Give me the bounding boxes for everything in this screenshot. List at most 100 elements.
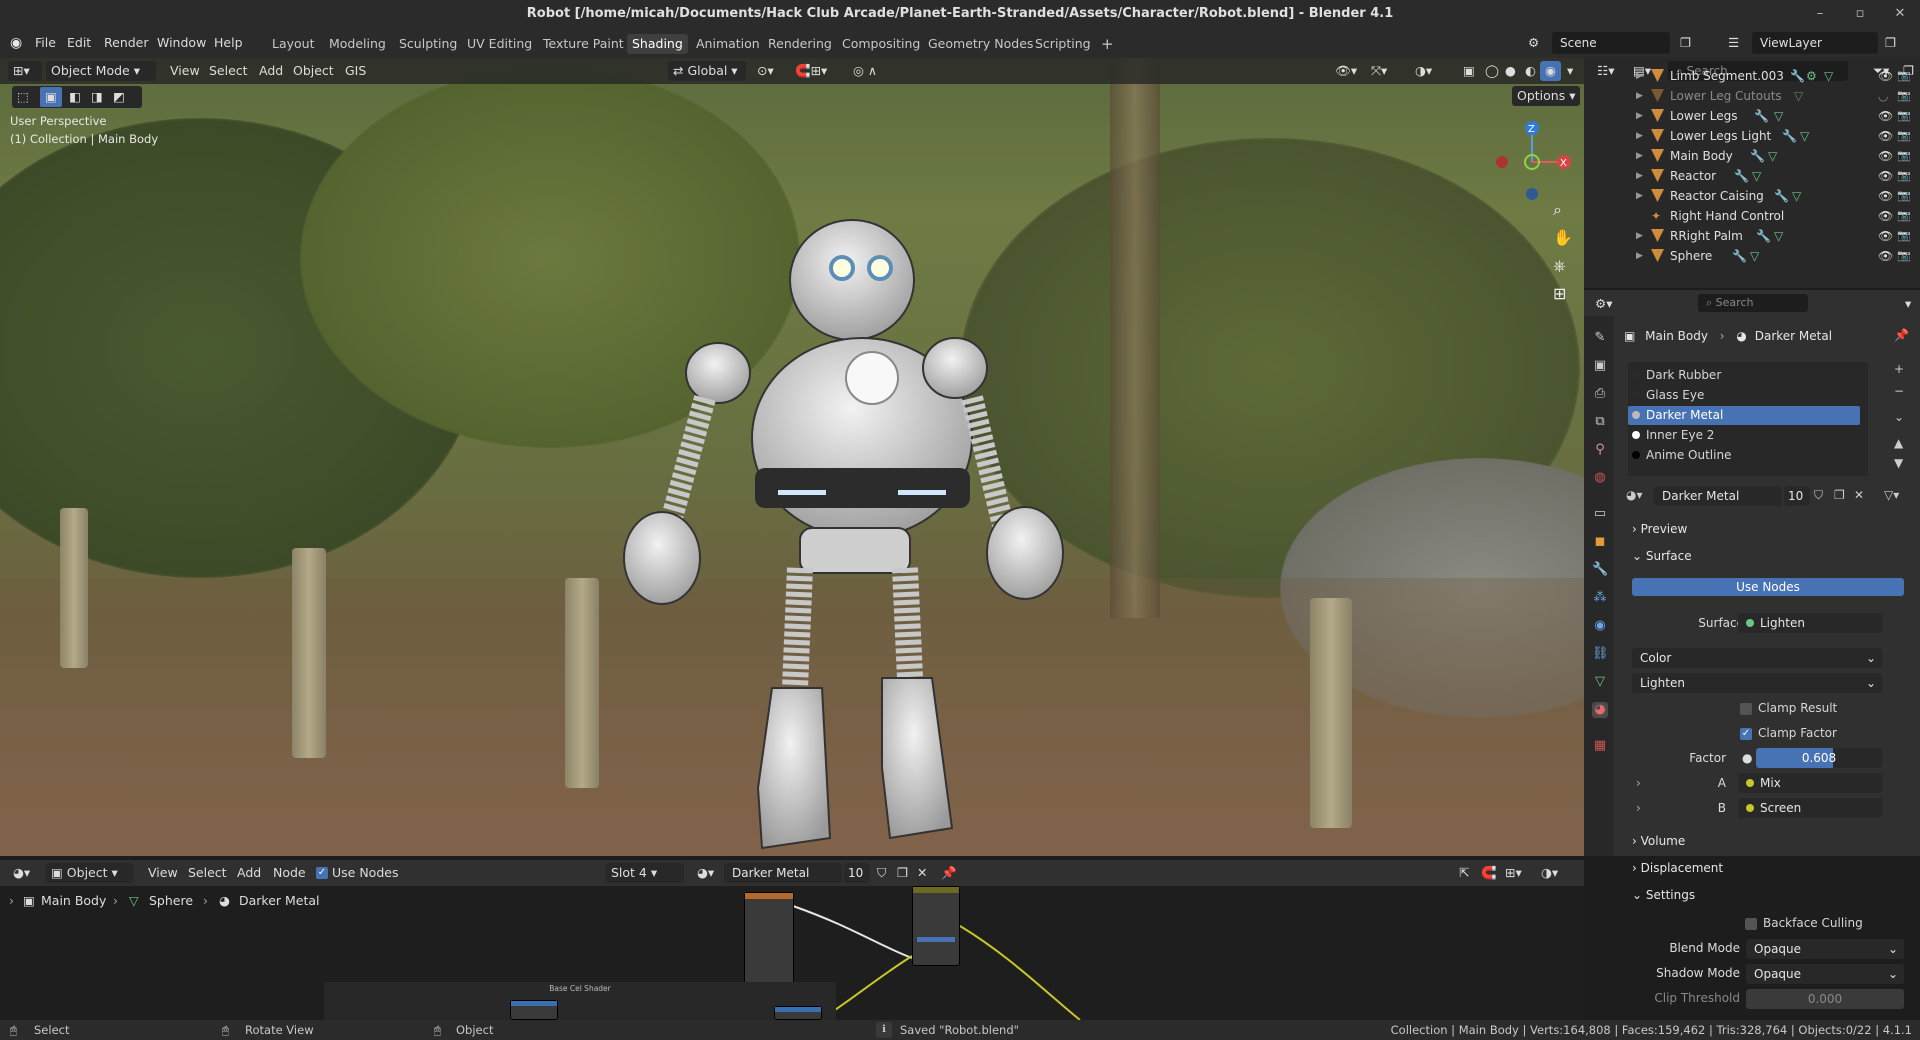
mesh-data-icon[interactable]: ▽ bbox=[1774, 226, 1783, 246]
select-extend-icon[interactable]: ◧ bbox=[64, 87, 86, 107]
node-pin-icon[interactable]: 📌 bbox=[936, 863, 962, 883]
visibility-eye-icon[interactable]: 👁 bbox=[1878, 206, 1893, 226]
node-material-name-field[interactable]: Darker Metal bbox=[724, 863, 842, 883]
visibility-eye-icon[interactable]: 👁 bbox=[1878, 66, 1893, 86]
duplicate-material-icon[interactable]: ❐ bbox=[1834, 488, 1845, 502]
menu-help[interactable]: Help bbox=[214, 34, 243, 52]
viewport-menu-object[interactable]: Object bbox=[288, 61, 339, 81]
render-camera-icon[interactable]: 📷 bbox=[1897, 146, 1911, 166]
maximize-icon[interactable]: ▫ bbox=[1840, 0, 1880, 28]
new-viewlayer-icon[interactable]: ❐ bbox=[1885, 34, 1896, 52]
render-camera-icon[interactable]: 📷 bbox=[1897, 86, 1911, 106]
material-slot-item[interactable]: Inner Eye 2 bbox=[1632, 426, 1860, 444]
zoom-icon[interactable]: ⌕ bbox=[1553, 200, 1562, 220]
tab-object-icon[interactable]: ◼ bbox=[1592, 534, 1608, 550]
section-surface[interactable]: ⌄ Surface bbox=[1632, 546, 1692, 566]
tab-collection-icon[interactable]: ▭ bbox=[1592, 506, 1608, 522]
expand-arrow-icon[interactable]: ▶ bbox=[1636, 146, 1643, 166]
node-frame[interactable]: Base Cel Shader bbox=[324, 982, 836, 1020]
link-options-icon[interactable]: ▽▾ bbox=[1884, 488, 1899, 502]
mesh-data-icon[interactable]: ▽ bbox=[1750, 246, 1759, 266]
tab-compositing[interactable]: Compositing bbox=[837, 34, 925, 54]
section-volume[interactable]: › Volume bbox=[1632, 831, 1685, 851]
tab-scripting[interactable]: Scripting bbox=[1030, 34, 1096, 54]
blend-mode-dropdown[interactable]: Opaque ⌄ bbox=[1746, 939, 1904, 959]
node-menu-node[interactable]: Node bbox=[268, 863, 311, 883]
menu-render[interactable]: Render bbox=[104, 34, 149, 52]
render-camera-icon[interactable]: 📷 bbox=[1897, 186, 1911, 206]
expand-b-icon[interactable]: › bbox=[1636, 801, 1641, 815]
shadow-mode-dropdown[interactable]: Opaque ⌄ bbox=[1746, 964, 1904, 984]
tab-sculpting[interactable]: Sculpting bbox=[394, 34, 462, 54]
move-up-icon[interactable]: ▲ bbox=[1894, 436, 1903, 450]
material-slot-item[interactable]: Anime Outline bbox=[1632, 446, 1860, 464]
render-camera-icon[interactable]: 📷 bbox=[1897, 126, 1911, 146]
pin-icon[interactable]: 📌 bbox=[1894, 328, 1909, 342]
modifier-icon[interactable]: 🔧 bbox=[1754, 106, 1769, 126]
input-b-field[interactable]: Screen bbox=[1738, 798, 1882, 818]
tab-uv-editing[interactable]: UV Editing bbox=[462, 34, 537, 54]
properties-editor-icon[interactable]: ⚙▾ bbox=[1590, 294, 1617, 314]
viewport-menu-add[interactable]: Add bbox=[254, 61, 288, 81]
move-down-icon[interactable]: ▼ bbox=[1894, 456, 1903, 470]
remove-slot-icon[interactable]: − bbox=[1894, 384, 1904, 398]
tab-scene-icon[interactable]: ⚲ bbox=[1592, 442, 1608, 458]
hidden-eye-icon[interactable]: ◡ bbox=[1878, 86, 1888, 106]
viewlayer-icon[interactable]: ☰ bbox=[1728, 34, 1739, 52]
tab-animation[interactable]: Animation bbox=[691, 34, 765, 54]
tab-physics-icon[interactable]: ◉ bbox=[1592, 618, 1608, 634]
navigation-gizmo[interactable]: Z X bbox=[1488, 112, 1576, 212]
tab-render-icon[interactable]: ▣ bbox=[1592, 358, 1608, 374]
outliner-item-sphere[interactable]: ▶ Sphere 🔧 ▽ 👁 📷 bbox=[1584, 246, 1920, 266]
viewport-menu-select[interactable]: Select bbox=[204, 61, 253, 81]
shader-node-c[interactable] bbox=[774, 1006, 822, 1020]
modifier-icon[interactable]: 🔧 bbox=[1750, 146, 1765, 166]
factor-slider[interactable]: 0.608 bbox=[1756, 748, 1882, 768]
expand-arrow-icon[interactable]: ▶ bbox=[1636, 106, 1643, 126]
menu-file[interactable]: File bbox=[35, 34, 56, 52]
mesh-data-icon[interactable]: ▽ bbox=[1774, 106, 1783, 126]
expand-arrow-icon[interactable]: ▶ bbox=[1636, 166, 1643, 186]
mesh-data-icon[interactable]: ▽ bbox=[1752, 166, 1761, 186]
select-new-icon[interactable]: ▣ bbox=[40, 87, 62, 107]
proportional-edit-icon[interactable]: ◎ ∧ bbox=[848, 61, 882, 81]
node-fake-user-icon[interactable]: ⛉ bbox=[872, 863, 891, 883]
node-overlay-icon[interactable]: ◑▾ bbox=[1536, 863, 1563, 883]
surface-shader-field[interactable]: Lighten bbox=[1738, 613, 1882, 633]
new-scene-icon[interactable]: ❐ bbox=[1680, 34, 1691, 52]
blend-type-dropdown[interactable]: Lighten ⌄ bbox=[1632, 673, 1882, 693]
tab-view-layer-icon[interactable]: ⧉ bbox=[1592, 414, 1608, 430]
menu-edit[interactable]: Edit bbox=[67, 34, 91, 52]
material-icon[interactable]: ⚙ bbox=[1806, 66, 1817, 86]
node-editor-type-icon[interactable]: ◕▾ bbox=[8, 863, 35, 883]
add-workspace-icon[interactable]: + bbox=[1096, 34, 1119, 54]
outliner-item-right-hand-control[interactable]: ✦ Right Hand Control 👁 📷 bbox=[1584, 206, 1920, 226]
visibility-eye-icon[interactable]: 👁 bbox=[1878, 226, 1893, 246]
pan-hand-icon[interactable]: ✋ bbox=[1553, 228, 1573, 247]
node-menu-add[interactable]: Add bbox=[232, 863, 266, 883]
outliner-item-reactor-caising[interactable]: ▶ Reactor Caising 🔧 ▽ 👁 📷 bbox=[1584, 186, 1920, 206]
outliner-item-lower-legs-light[interactable]: ▶ Lower Legs Light 🔧 ▽ 👁 📷 bbox=[1584, 126, 1920, 146]
material-users-count[interactable]: 10 bbox=[1784, 486, 1810, 506]
select-subtract-icon[interactable]: ◨ bbox=[86, 87, 108, 107]
modifier-icon[interactable]: 🔧 bbox=[1756, 226, 1771, 246]
xray-icon[interactable]: ▣ bbox=[1458, 61, 1480, 81]
section-preview[interactable]: › Preview bbox=[1632, 519, 1687, 539]
scene-icon[interactable]: ⚙ bbox=[1528, 34, 1539, 52]
visibility-eye-icon[interactable]: 👁 bbox=[1878, 186, 1893, 206]
close-icon[interactable]: ✕ bbox=[1880, 0, 1920, 28]
visibility-eye-icon[interactable]: 👁 bbox=[1878, 246, 1893, 266]
node-snap-target-icon[interactable]: ⊞▾ bbox=[1500, 863, 1527, 883]
expand-arrow-icon[interactable]: ▶ bbox=[1636, 86, 1643, 106]
material-slot-item-active[interactable]: Darker Metal bbox=[1628, 406, 1860, 425]
tab-data-icon[interactable]: ▽ bbox=[1592, 674, 1608, 690]
shading-material-icon[interactable]: ◐ bbox=[1520, 61, 1541, 81]
visibility-eye-icon[interactable]: 👁 bbox=[1878, 126, 1893, 146]
viewlayer-field[interactable]: ViewLayer bbox=[1752, 32, 1878, 54]
expand-arrow-icon[interactable]: ▶ bbox=[1636, 226, 1643, 246]
node-menu-select[interactable]: Select bbox=[183, 863, 232, 883]
tab-modeling[interactable]: Modeling bbox=[324, 34, 391, 54]
node-unlink-icon[interactable]: ✕ bbox=[912, 863, 932, 883]
input-a-field[interactable]: Mix bbox=[1738, 773, 1882, 793]
expand-arrow-icon[interactable]: ▶ bbox=[1636, 246, 1643, 266]
